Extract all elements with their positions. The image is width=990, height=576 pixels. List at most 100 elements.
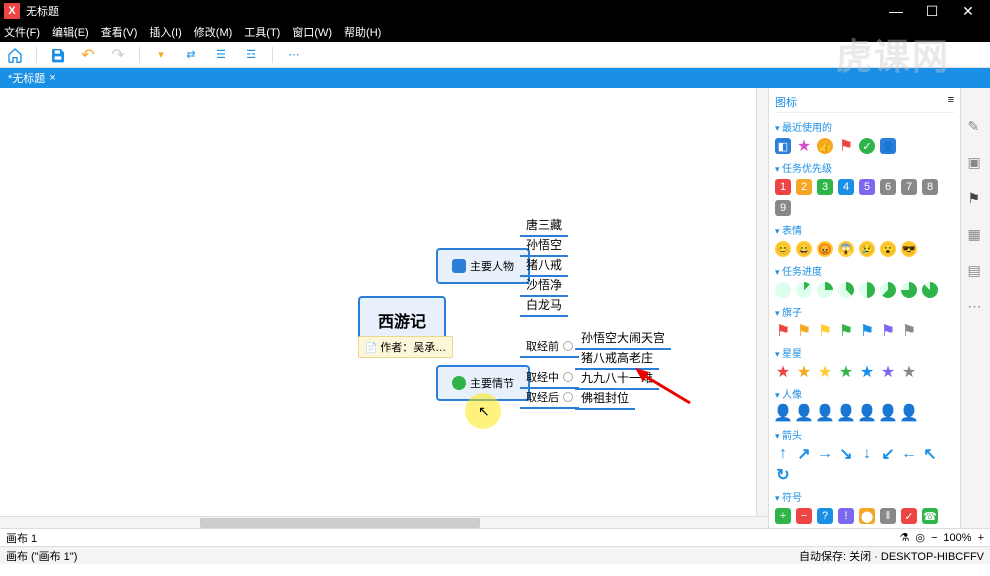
section-stars[interactable]: 星星 (775, 345, 954, 360)
symbol-icon[interactable]: ! (838, 508, 854, 524)
star-icon[interactable]: ★ (859, 364, 875, 380)
priority-icon[interactable]: 8 (922, 179, 938, 195)
leaf-node[interactable]: 取经后 (520, 387, 579, 409)
flag-icon[interactable]: ⚑ (901, 323, 917, 339)
emoji-icon[interactable]: 😱 (838, 241, 854, 257)
arrow-icon[interactable]: ↖ (922, 446, 938, 462)
like-icon[interactable]: 👍 (817, 138, 833, 154)
person-icon[interactable]: 👤 (859, 405, 875, 421)
arrow-icon[interactable]: ↘ (838, 446, 854, 462)
progress-icon[interactable] (838, 282, 854, 298)
priority-icon[interactable]: 2 (796, 179, 812, 195)
flag-icon[interactable]: ⚑ (880, 323, 896, 339)
person-icon[interactable]: 👤 (880, 405, 896, 421)
arrow-icon[interactable]: ↗ (796, 446, 812, 462)
person-icon[interactable]: 👤 (817, 405, 833, 421)
expand-icon[interactable] (563, 341, 573, 351)
share-icon[interactable]: ⇄ (182, 46, 200, 64)
section-people[interactable]: 人像 (775, 386, 954, 401)
zoom-out-icon[interactable]: − (931, 532, 937, 544)
grid-icon[interactable]: ▦ (968, 226, 984, 242)
leaf-node[interactable]: 取经中 (520, 367, 579, 389)
priority-icon[interactable]: 7 (901, 179, 917, 195)
menu-modify[interactable]: 修改(M) (194, 24, 233, 40)
leaf-node[interactable]: 白龙马 (520, 294, 568, 317)
star-icon[interactable]: ★ (796, 138, 812, 154)
person-icon[interactable]: 👤 (775, 405, 791, 421)
close-button[interactable]: ✕ (950, 3, 986, 20)
scrollbar-horizontal[interactable] (0, 516, 768, 528)
tab-close-icon[interactable]: × (49, 72, 55, 84)
person-icon[interactable]: 👤 (901, 405, 917, 421)
symbol-icon[interactable]: ? (817, 508, 833, 524)
folder-icon[interactable]: ▾ (152, 46, 170, 64)
star-icon[interactable]: ★ (775, 364, 791, 380)
section-emoji[interactable]: 表情 (775, 222, 954, 237)
arrow-icon[interactable]: ↑ (775, 446, 791, 462)
star-icon[interactable]: ★ (838, 364, 854, 380)
progress-icon[interactable] (859, 282, 875, 298)
flag-tab-icon[interactable]: ⚑ (968, 190, 984, 206)
symbol-icon[interactable]: ✓ (901, 508, 917, 524)
check-icon[interactable]: ✓ (859, 138, 875, 154)
star-icon[interactable]: ★ (796, 364, 812, 380)
emoji-icon[interactable]: 😮 (880, 241, 896, 257)
export-icon[interactable]: ☰ (212, 46, 230, 64)
menu-insert[interactable]: 插入(I) (149, 24, 181, 40)
section-progress[interactable]: 任务进度 (775, 263, 954, 278)
priority-icon[interactable]: 4 (838, 179, 854, 195)
expand-icon[interactable] (563, 372, 573, 382)
section-recent[interactable]: 最近使用的 (775, 119, 954, 134)
menu-help[interactable]: 帮助(H) (344, 24, 381, 40)
target-icon[interactable]: ◎ (915, 531, 925, 544)
arrow-icon[interactable]: → (817, 446, 833, 462)
star-icon[interactable]: ★ (880, 364, 896, 380)
recent-icon[interactable]: ◧ (775, 138, 791, 154)
arrow-icon[interactable]: ↙ (880, 446, 896, 462)
note-icon[interactable]: ▤ (968, 262, 984, 278)
section-flags[interactable]: 旗子 (775, 304, 954, 319)
brush-icon[interactable]: ✎ (968, 118, 984, 134)
menu-file[interactable]: 文件(F) (4, 24, 40, 40)
menu-tools[interactable]: 工具(T) (244, 24, 280, 40)
section-symbols[interactable]: 符号 (775, 489, 954, 504)
expand-icon[interactable] (563, 392, 573, 402)
home-icon[interactable] (6, 46, 24, 64)
redo-icon[interactable]: ↷ (109, 46, 127, 64)
progress-icon[interactable] (880, 282, 896, 298)
menu-edit[interactable]: 编辑(E) (52, 24, 89, 40)
print-icon[interactable]: ☲ (242, 46, 260, 64)
progress-icon[interactable] (817, 282, 833, 298)
author-note[interactable]: 📄 作者：吴承… (358, 336, 453, 358)
arrow-icon[interactable]: ↓ (859, 446, 875, 462)
progress-icon[interactable] (901, 282, 917, 298)
filter-icon[interactable]: ⚗ (900, 531, 910, 544)
maximize-button[interactable]: ☐ (914, 3, 950, 20)
canvas-area[interactable]: 西游记 📄 作者：吴承… 主要人物 唐三藏 孙悟空 猪八戒 沙悟净 白龙马 主要… (0, 88, 768, 528)
save-icon[interactable] (49, 46, 67, 64)
canvas[interactable]: 西游记 📄 作者：吴承… 主要人物 唐三藏 孙悟空 猪八戒 沙悟净 白龙马 主要… (0, 88, 768, 528)
arrow-icon[interactable]: ← (901, 446, 917, 462)
person-icon[interactable]: 👤 (796, 405, 812, 421)
priority-icon[interactable]: 3 (817, 179, 833, 195)
symbol-icon[interactable]: − (796, 508, 812, 524)
arrow-icon[interactable]: ↻ (775, 467, 791, 483)
flag-icon[interactable]: ⚑ (775, 323, 791, 339)
leaf-node[interactable]: 取经前 (520, 336, 579, 358)
section-arrows[interactable]: 箭头 (775, 427, 954, 442)
zoom-in-icon[interactable]: + (978, 532, 984, 544)
leaf-node[interactable]: 佛祖封位 (575, 387, 635, 410)
topic-characters[interactable]: 主要人物 (436, 248, 530, 284)
scrollbar-vertical[interactable] (756, 88, 768, 516)
scrollbar-thumb[interactable] (200, 518, 480, 528)
symbol-icon[interactable]: ☎ (922, 508, 938, 524)
undo-icon[interactable]: ↶ (79, 46, 97, 64)
symbol-icon[interactable]: ‖ (880, 508, 896, 524)
emoji-icon[interactable]: 😢 (859, 241, 875, 257)
star-icon[interactable]: ★ (817, 364, 833, 380)
priority-icon[interactable]: 5 (859, 179, 875, 195)
symbol-icon[interactable]: + (775, 508, 791, 524)
emoji-icon[interactable]: 😎 (901, 241, 917, 257)
priority-icon[interactable]: 1 (775, 179, 791, 195)
priority-icon[interactable]: 6 (880, 179, 896, 195)
